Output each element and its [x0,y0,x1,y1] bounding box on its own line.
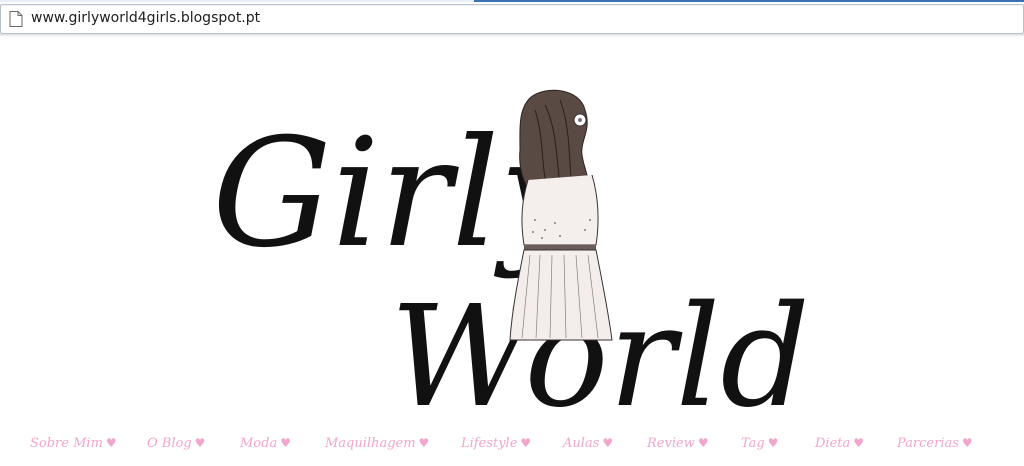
blog-nav: Sobre Mim ♥ O Blog ♥ Moda ♥ Maquilhagem ♥ Li… [0,436,1024,458]
heart-icon: ♥ [520,436,532,450]
heart-icon: ♥ [697,436,709,450]
heart-icon: ♥ [961,436,973,450]
nav-label: Lifestyle [461,436,518,451]
nav-label: Dieta [815,436,851,451]
heart-icon: ♥ [105,436,117,450]
tab-accent [474,0,1024,2]
nav-item-o-blog[interactable]: O Blog ♥ [147,436,205,451]
nav-item-parcerias[interactable]: Parcerias ♥ [897,436,973,451]
blog-header-logo[interactable]: Girly World [200,80,820,430]
nav-item-moda[interactable]: Moda ♥ [240,436,291,451]
nav-item-aulas[interactable]: Aulas ♥ [563,436,613,451]
nav-label: Parcerias [897,436,959,451]
url-text[interactable]: www.girlyworld4girls.blogspot.pt [31,10,260,26]
nav-label: Maquilhagem [325,436,416,451]
nav-label: Tag [741,436,765,451]
girl-illustration [509,89,613,341]
nav-label: Sobre Mim [30,436,103,451]
page-icon [9,11,23,27]
nav-label: Review [647,436,695,451]
heart-icon: ♥ [602,436,614,450]
toolbar-divider [0,34,1024,37]
nav-label: Aulas [563,436,600,451]
heart-icon: ♥ [767,436,779,450]
heart-icon: ♥ [418,436,430,450]
heart-icon: ♥ [853,436,865,450]
address-bar[interactable]: www.girlyworld4girls.blogspot.pt [0,4,1024,34]
nav-item-lifestyle[interactable]: Lifestyle ♥ [461,436,531,451]
heart-icon: ♥ [280,436,291,450]
heart-icon: ♥ [194,436,206,450]
nav-item-tag[interactable]: Tag ♥ [741,436,779,451]
browser-top-strip [0,0,1024,2]
nav-label: O Blog [147,436,192,451]
nav-item-sobre-mim[interactable]: Sobre Mim ♥ [30,436,117,451]
nav-item-maquilhagem[interactable]: Maquilhagem ♥ [325,436,429,451]
nav-item-review[interactable]: Review ♥ [647,436,709,451]
nav-item-dieta[interactable]: Dieta ♥ [815,436,864,451]
nav-label: Moda [240,436,278,451]
